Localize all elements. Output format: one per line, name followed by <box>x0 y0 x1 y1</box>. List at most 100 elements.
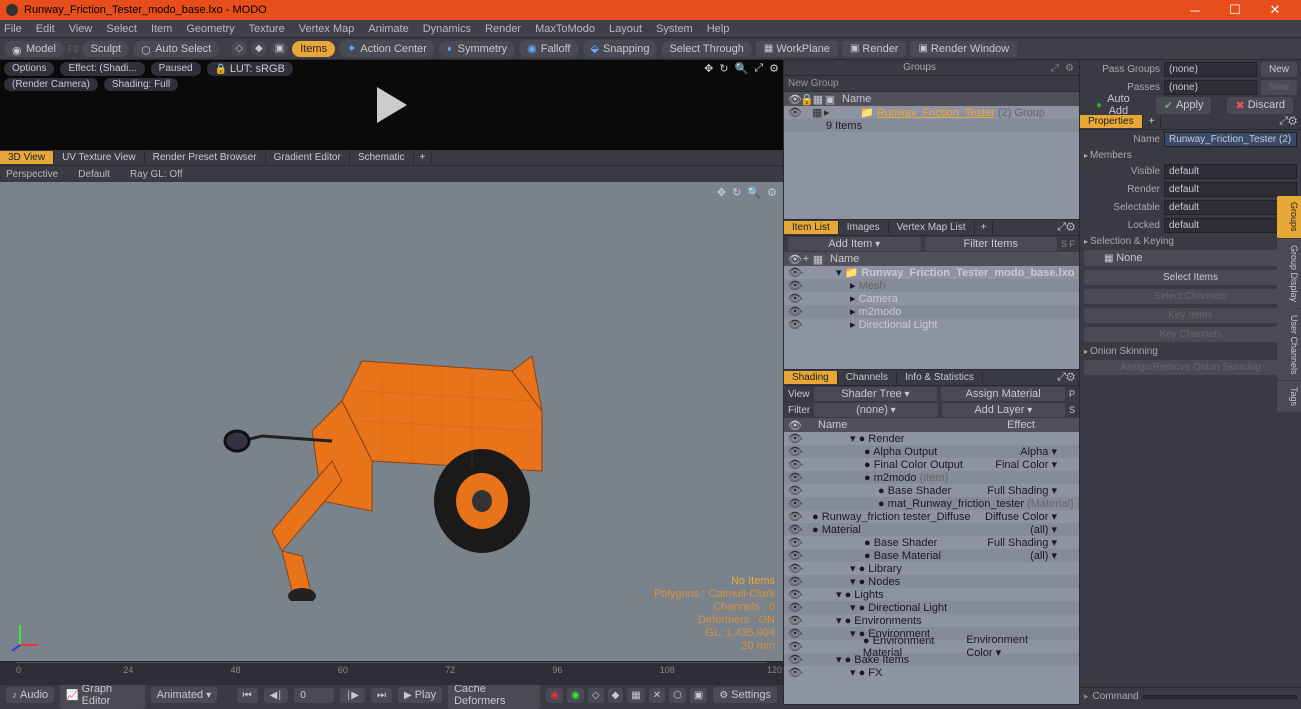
frame-field[interactable]: 0 <box>294 688 334 703</box>
menu-dynamics[interactable]: Dynamics <box>423 23 471 35</box>
visible-select[interactable]: default <box>1164 164 1297 179</box>
key-icon-5[interactable]: ▦ <box>627 688 644 703</box>
key-icon-3[interactable]: ◇ <box>588 688 604 703</box>
polygon-mode-icon[interactable]: ▣ <box>271 41 288 56</box>
audio-button[interactable]: ♪ Audio <box>6 687 54 703</box>
apply-button[interactable]: ✔Apply <box>1156 97 1212 114</box>
item-row[interactable]: 👁·▸ Mesh <box>784 279 1079 292</box>
shader-filter-select[interactable]: (none) ▾ <box>814 403 937 417</box>
shader-row[interactable]: 👁·▾ ● Directional Light <box>784 601 1079 614</box>
tab-item-list[interactable]: Item List <box>784 221 839 234</box>
add-layer-button[interactable]: Add Layer ▾ <box>942 403 1065 417</box>
key-icon-1[interactable]: ◉ <box>546 688 563 703</box>
menu-texture[interactable]: Texture <box>249 23 285 35</box>
shader-row[interactable]: 👁·● m2modo (Item) <box>784 471 1079 484</box>
shader-row[interactable]: 👁·● Base Material(all) ▾ <box>784 549 1079 562</box>
tab-channels[interactable]: Channels <box>838 371 897 384</box>
preview-shading[interactable]: Shading: Full <box>104 78 178 91</box>
tab-schematic[interactable]: Schematic <box>350 151 414 164</box>
items-mode-button[interactable]: Items <box>292 41 335 57</box>
select-items-button[interactable]: Select Items <box>1084 270 1297 285</box>
shader-row[interactable]: 👁·▾ ● Nodes <box>784 575 1079 588</box>
settings-button[interactable]: ⚙ Settings <box>713 687 777 703</box>
item-row[interactable]: 👁·▸ m2modo <box>784 305 1079 318</box>
pass-groups-new[interactable]: New <box>1261 62 1297 77</box>
auto-select-button[interactable]: ⬡Auto Select <box>133 41 219 57</box>
play-button[interactable]: ▶ Play <box>398 687 442 703</box>
menu-item[interactable]: Item <box>151 23 172 35</box>
vp-perspective[interactable]: Perspective <box>6 169 58 180</box>
render-select[interactable]: default <box>1164 182 1297 197</box>
shader-row[interactable]: 👁·▾ ● Library <box>784 562 1079 575</box>
step-back-icon[interactable]: ◀∣ <box>264 688 289 703</box>
skip-end-icon[interactable]: ⏭ <box>371 688 392 703</box>
tab-add-itemlist[interactable]: + <box>975 221 994 234</box>
sculpt-mode-button[interactable]: Sculpt <box>82 41 129 57</box>
discard-button[interactable]: ✖Discard <box>1227 97 1293 114</box>
tab-vertex-map[interactable]: Vertex Map List <box>889 221 975 234</box>
tab-3d-view[interactable]: 3D View <box>0 151 54 164</box>
onion-skinning-section[interactable]: Onion Skinning <box>1080 344 1301 358</box>
tab-add[interactable]: + <box>414 151 433 164</box>
pass-groups-select[interactable]: (none) <box>1164 62 1257 77</box>
gear-icon[interactable]: ⚙ <box>1066 221 1075 233</box>
expand-icon[interactable]: ⤢ <box>754 62 763 75</box>
side-tab-group-display[interactable]: Group Display <box>1277 239 1301 308</box>
side-tab-tags[interactable]: Tags <box>1277 381 1301 412</box>
render-preview[interactable]: Options Effect: (Shadi... Paused 🔒 LUT: … <box>0 60 783 150</box>
rotate-icon[interactable]: ↻ <box>719 62 728 75</box>
render-button[interactable]: ▣ Render <box>842 41 907 57</box>
item-row[interactable]: 👁·▾ 📁 Runway_Friction_Tester_modo_base.l… <box>784 266 1079 279</box>
preview-paused[interactable]: Paused <box>151 62 201 76</box>
shader-row[interactable]: 👁·● Runway_friction tester_DiffuseDiffus… <box>784 510 1079 523</box>
item-row[interactable]: 👁·▸ Directional Light <box>784 318 1079 331</box>
shader-view-select[interactable]: Shader Tree ▾ <box>814 387 938 401</box>
menu-maxtomodo[interactable]: MaxToModo <box>535 23 595 35</box>
edge-mode-icon[interactable]: ◆ <box>251 41 267 56</box>
assign-material-button[interactable]: Assign Material <box>941 387 1065 401</box>
vp-move-icon[interactable]: ✥ <box>717 186 726 199</box>
close-button[interactable]: ✕ <box>1255 0 1295 20</box>
menu-geometry[interactable]: Geometry <box>186 23 234 35</box>
menu-select[interactable]: Select <box>106 23 137 35</box>
play-icon[interactable] <box>377 87 407 123</box>
menu-help[interactable]: Help <box>707 23 730 35</box>
action-center-button[interactable]: ✦Action Center <box>339 40 435 57</box>
skip-start-icon[interactable]: ⏮ <box>237 688 258 703</box>
side-tab-user-channels[interactable]: User Channels <box>1277 309 1301 381</box>
falloff-button[interactable]: ◉Falloff <box>519 40 578 57</box>
side-tab-groups[interactable]: Groups <box>1277 196 1301 238</box>
tab-render-preset[interactable]: Render Preset Browser <box>145 151 266 164</box>
passes-select[interactable]: (none) <box>1164 80 1257 95</box>
shader-row[interactable]: 👁·● Base ShaderFull Shading ▾ <box>784 536 1079 549</box>
minimize-button[interactable]: ─ <box>1175 0 1215 20</box>
add-item-button[interactable]: Add Item ▾ <box>788 237 921 251</box>
vp-default[interactable]: Default <box>78 169 110 180</box>
expand-icon[interactable]: ⤢ <box>1057 371 1066 383</box>
key-icon-6[interactable]: ✕ <box>649 688 665 703</box>
vp-rotate-icon[interactable]: ↻ <box>732 186 741 199</box>
filter-items-button[interactable]: Filter Items <box>925 237 1058 251</box>
expand-icon[interactable]: ⤢ <box>1057 221 1066 233</box>
render-window-button[interactable]: ▣ Render Window <box>910 41 1017 57</box>
expand-icon[interactable]: ⤢ <box>1051 63 1061 73</box>
menu-render[interactable]: Render <box>485 23 521 35</box>
maximize-button[interactable]: ☐ <box>1215 0 1255 20</box>
vertex-mode-icon[interactable]: ◇ <box>231 41 247 56</box>
menu-layout[interactable]: Layout <box>609 23 642 35</box>
animated-button[interactable]: Animated ▾ <box>151 687 218 703</box>
shader-row[interactable]: 👁·● Base ShaderFull Shading ▾ <box>784 484 1079 497</box>
vp-gear-icon[interactable]: ⚙ <box>767 186 777 199</box>
shader-row[interactable]: 👁·▾ ● Lights <box>784 588 1079 601</box>
passes-new[interactable]: New <box>1261 80 1297 95</box>
name-field[interactable]: Runway_Friction_Tester (2) <box>1164 132 1297 147</box>
tab-shading[interactable]: Shading <box>784 371 838 384</box>
vp-zoom-icon[interactable]: 🔍 <box>747 186 761 199</box>
key-icon-2[interactable]: ◉ <box>567 688 584 703</box>
menu-animate[interactable]: Animate <box>368 23 408 35</box>
members-section[interactable]: Members <box>1080 148 1301 162</box>
tab-gradient[interactable]: Gradient Editor <box>266 151 350 164</box>
select-through-button[interactable]: Select Through <box>661 41 751 57</box>
menu-system[interactable]: System <box>656 23 693 35</box>
key-icon-7[interactable]: ⬡ <box>669 688 686 703</box>
